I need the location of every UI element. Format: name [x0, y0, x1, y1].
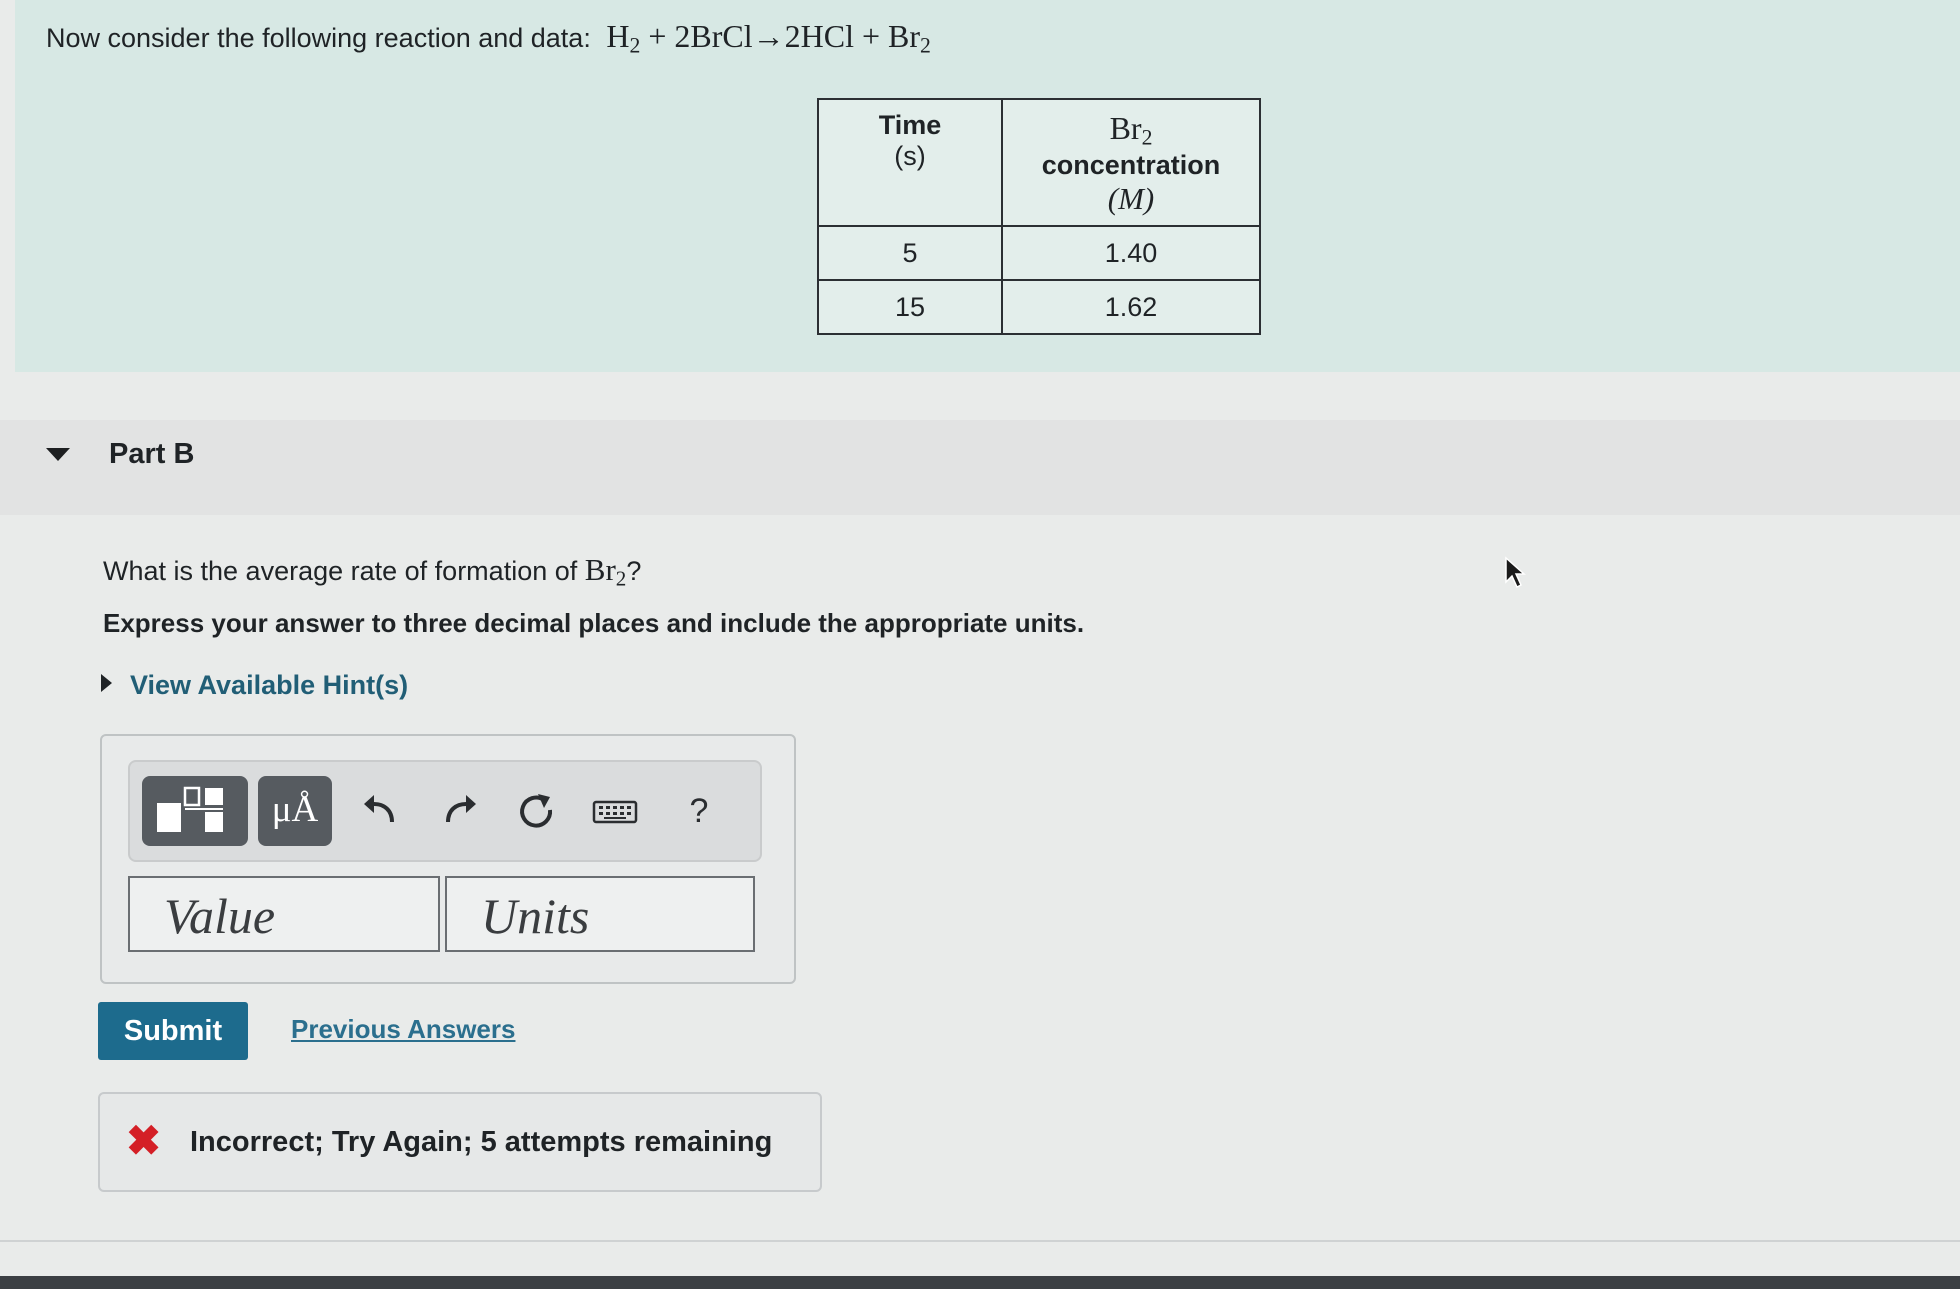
redo-icon[interactable] — [438, 788, 484, 834]
question-species: Br2 — [584, 552, 627, 591]
table-row: 15 1.62 — [817, 279, 1261, 336]
concentration-column-header: Br2 concentration (M) — [1001, 97, 1261, 228]
table-header-row: Time (s) Br2 concentration (M) — [817, 97, 1261, 228]
hint-link-label: View Available Hint(s) — [130, 670, 409, 700]
concentration-cell: 1.62 — [1001, 279, 1261, 336]
expand-triangle-icon — [101, 674, 112, 692]
time-header-unit: (s) — [894, 141, 926, 171]
reset-icon[interactable] — [514, 788, 560, 834]
undo-icon[interactable] — [356, 788, 402, 834]
data-table: Time (s) Br2 concentration (M) 5 1.40 15… — [817, 97, 1261, 336]
plus-sign: + — [853, 18, 888, 54]
concentration-header-unit: (M) — [1107, 181, 1155, 217]
collapse-triangle-icon[interactable] — [46, 448, 70, 461]
keyboard-icon[interactable] — [590, 788, 640, 834]
concentration-cell: 1.40 — [1001, 225, 1261, 282]
time-cell: 5 — [817, 225, 1003, 282]
species-header: Br2 — [1109, 110, 1153, 150]
math-toolbar: μÅ ? — [128, 760, 762, 862]
question-text: What is the average rate of formation of… — [103, 552, 641, 591]
part-b-header[interactable] — [0, 420, 1960, 515]
incorrect-x-icon: ✖ — [126, 1117, 162, 1164]
templates-icon — [157, 786, 223, 832]
bottom-bar — [0, 1276, 1960, 1289]
time-column-header: Time (s) — [817, 97, 1003, 228]
help-button[interactable]: ? — [676, 788, 722, 834]
units-button[interactable]: μÅ — [258, 776, 332, 846]
plus-sign: + — [640, 18, 675, 54]
view-hints-link[interactable]: View Available Hint(s) — [101, 670, 408, 701]
table-row: 5 1.40 — [817, 225, 1261, 282]
units-input[interactable]: Units — [445, 876, 755, 952]
mouse-cursor-icon — [1505, 556, 1526, 589]
value-input[interactable]: Value — [128, 876, 440, 952]
question-mark: ? — [626, 556, 642, 586]
problem-statement: Now consider the following reaction and … — [46, 18, 931, 58]
previous-answers-link[interactable]: Previous Answers — [291, 1014, 515, 1045]
divider — [0, 1240, 1960, 1242]
time-cell: 15 — [817, 279, 1003, 336]
reactant-h-subscript: 2 — [629, 33, 641, 58]
feedback-message: Incorrect; Try Again; 5 attempts remaini… — [190, 1126, 773, 1158]
product-hcl: 2HCl — [784, 18, 854, 54]
feedback-box: ✖ Incorrect; Try Again; 5 attempts remai… — [98, 1092, 822, 1192]
submit-button[interactable]: Submit — [98, 1002, 248, 1060]
intro-text: Now consider the following reaction and … — [46, 23, 591, 53]
part-title[interactable]: Part B — [109, 438, 194, 471]
concentration-header-label: concentration — [1041, 150, 1221, 181]
product-br: Br — [888, 18, 920, 54]
product-br-subscript: 2 — [920, 33, 931, 58]
reaction-equation: H2 + 2BrCl→2HCl + Br2 — [606, 18, 931, 58]
reactant-brcl: 2BrCl — [674, 18, 753, 54]
time-header-label: Time — [878, 110, 942, 140]
answer-box: μÅ ? Value Units — [100, 734, 796, 984]
answer-instruction: Express your answer to three decimal pla… — [103, 608, 1085, 638]
reactant-h: H — [606, 18, 630, 54]
question-label: What is the average rate of formation of — [103, 556, 578, 586]
reaction-arrow: → — [752, 18, 785, 54]
units-button-label: μÅ — [271, 789, 319, 830]
templates-button[interactable] — [142, 776, 248, 846]
